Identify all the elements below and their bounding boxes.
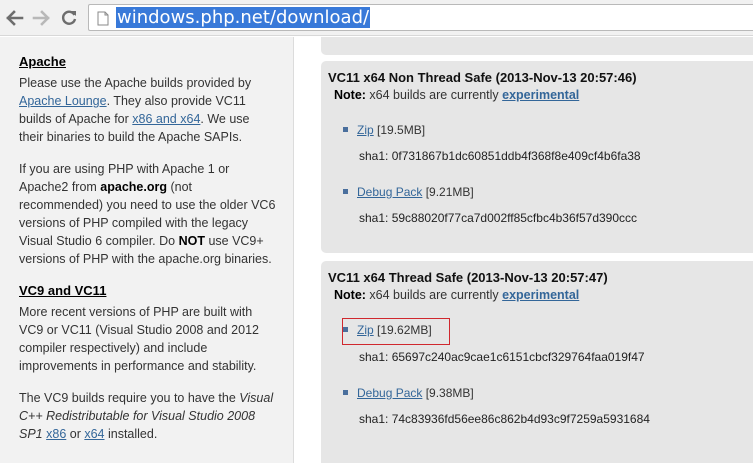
redist-x64-link[interactable]: x64 xyxy=(84,427,104,441)
build-panel: VC11 x64 Thread Safe (2013-Nov-13 20:57:… xyxy=(321,261,753,463)
arrow-right-icon xyxy=(32,10,50,26)
zip-download-item: Zip [19.62MB] xyxy=(343,323,432,337)
url-text[interactable]: windows.php.net/download/ xyxy=(116,7,371,29)
debug-pack-sha1: sha1: 74c83936fd56ee86c862b4d93c9f7259a5… xyxy=(359,412,650,426)
arrow-left-icon xyxy=(6,10,24,26)
build-title: VC11 x64 Thread Safe (2013-Nov-13 20:57:… xyxy=(328,270,608,285)
vc-paragraph-2: The VC9 builds require you to have the V… xyxy=(19,391,274,441)
bullet-icon xyxy=(343,189,348,195)
back-button[interactable] xyxy=(4,7,26,29)
debug-pack-item: Debug Pack [9.38MB] xyxy=(343,386,474,400)
debug-pack-sha1: sha1: 59c88020f77ca7d002ff85cfbc4b36f57d… xyxy=(359,211,638,225)
forward-button[interactable] xyxy=(30,7,52,29)
browser-toolbar: windows.php.net/download/ xyxy=(0,0,753,36)
debug-pack-size: [9.38MB] xyxy=(425,386,474,400)
page-icon xyxy=(97,11,109,26)
experimental-link[interactable]: experimental xyxy=(502,88,579,102)
redist-x86-link[interactable]: x86 xyxy=(46,427,66,441)
apache-heading: Apache xyxy=(19,54,66,69)
previous-build-panel xyxy=(321,37,753,55)
build-title: VC11 x64 Non Thread Safe (2013-Nov-13 20… xyxy=(328,70,637,85)
build-note: Note: x64 builds are currently experimen… xyxy=(334,288,580,302)
experimental-link[interactable]: experimental xyxy=(502,288,579,302)
zip-sha1: sha1: 0f731867b1dc60851ddb4f368f8e409cf4… xyxy=(359,149,641,163)
left-sidebar: Apache Please use the Apache builds prov… xyxy=(0,37,294,463)
x86-x64-link[interactable]: x86 and x64 xyxy=(132,112,200,126)
debug-pack-item: Debug Pack [9.21MB] xyxy=(343,185,474,199)
zip-sha1: sha1: 65697c240ac9cae1c6151cbcf329764faa… xyxy=(359,350,645,364)
column-gap xyxy=(295,37,321,463)
bullet-icon xyxy=(343,327,348,333)
reload-icon xyxy=(61,10,77,25)
bullet-icon xyxy=(343,390,348,396)
build-note: Note: x64 builds are currently experimen… xyxy=(334,88,580,102)
vc-heading: VC9 and VC11 xyxy=(19,283,107,298)
debug-pack-link[interactable]: Debug Pack xyxy=(357,386,422,400)
zip-size: [19.5MB] xyxy=(377,123,426,137)
apache-paragraph-1: Please use the Apache builds provided by… xyxy=(19,76,252,144)
apache-lounge-link[interactable]: Apache Lounge xyxy=(19,94,107,108)
apache-paragraph-2: If you are using PHP with Apache 1 or Ap… xyxy=(19,162,276,266)
zip-download-link[interactable]: Zip xyxy=(357,123,374,137)
debug-pack-link[interactable]: Debug Pack xyxy=(357,185,422,199)
build-panel: VC11 x64 Non Thread Safe (2013-Nov-13 20… xyxy=(321,61,753,253)
zip-download-link[interactable]: Zip xyxy=(357,323,374,337)
zip-download-item: Zip [19.5MB] xyxy=(343,123,425,137)
zip-size: [19.62MB] xyxy=(377,323,432,337)
reload-button[interactable] xyxy=(58,7,80,29)
address-bar[interactable]: windows.php.net/download/ xyxy=(88,4,753,31)
vc-paragraph-1: More recent versions of PHP are built wi… xyxy=(19,305,259,373)
bullet-icon xyxy=(343,127,348,133)
debug-pack-size: [9.21MB] xyxy=(425,185,474,199)
